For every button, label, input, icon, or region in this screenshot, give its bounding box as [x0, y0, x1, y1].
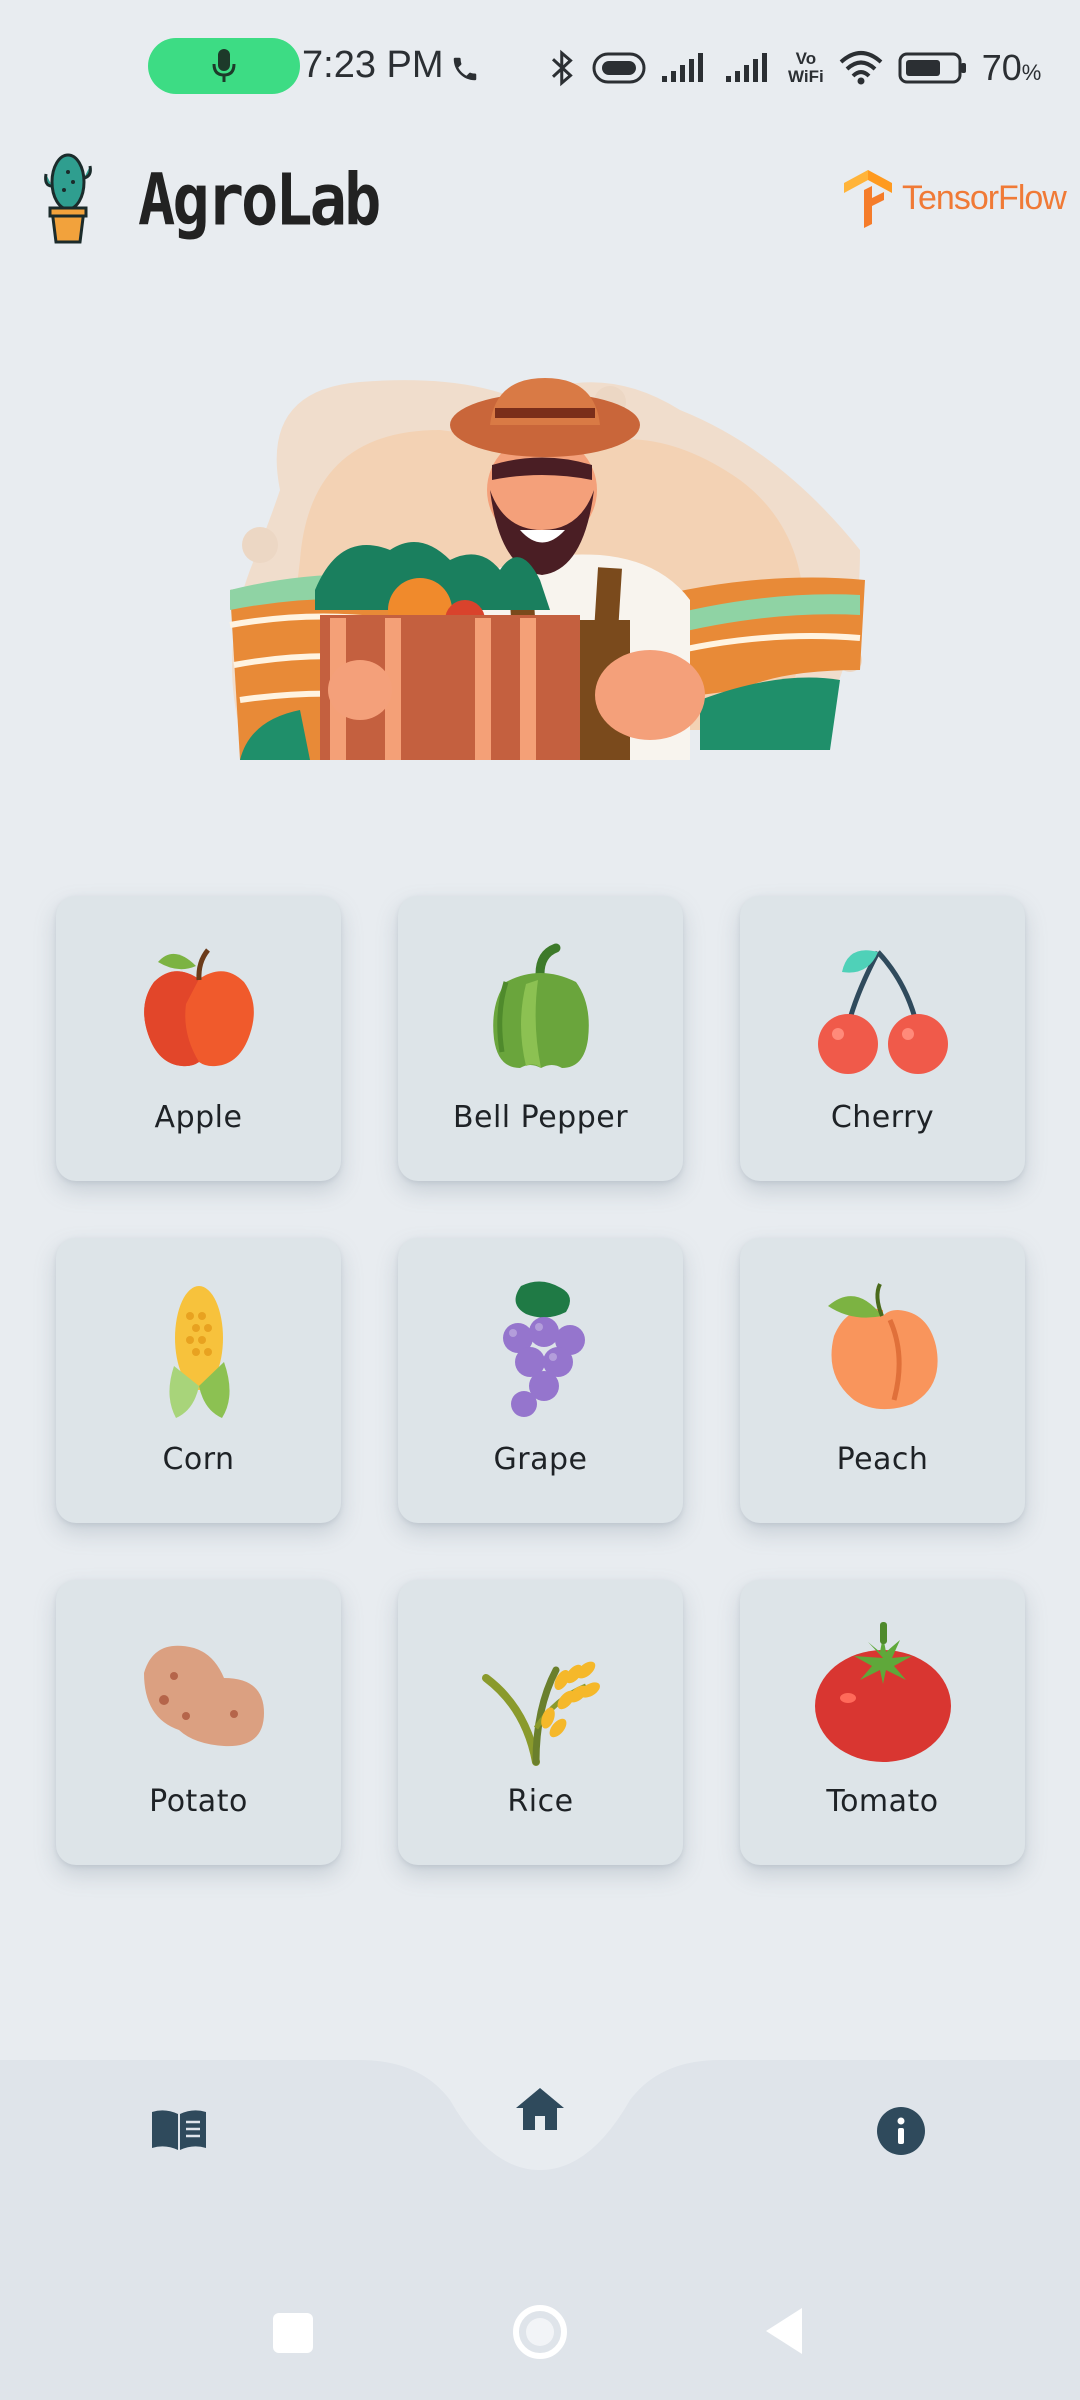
peach-icon	[827, 1283, 938, 1410]
vowifi-top-text: Vo	[795, 49, 817, 68]
farmer-illustration	[229, 378, 865, 760]
crop-card-peach[interactable]: Peach	[740, 1238, 1025, 1523]
rice-icon	[481, 1661, 600, 1766]
crop-card-tomato[interactable]: Tomato	[740, 1580, 1025, 1865]
crop-card-corn[interactable]: Corn	[56, 1238, 341, 1523]
crop-card-cherry[interactable]: Cherry	[740, 896, 1025, 1181]
battery-percent-value: 70	[981, 47, 1022, 88]
crop-card-label: Tomato	[826, 1784, 939, 1819]
wifi-icon	[839, 51, 883, 85]
cactus-logo-icon	[44, 153, 92, 244]
book-icon	[152, 2110, 206, 2150]
hotspot-pill-icon	[592, 52, 646, 84]
crop-card-potato[interactable]: Potato	[56, 1580, 341, 1865]
crop-card-label: Apple	[154, 1100, 243, 1135]
crop-card-bell-pepper[interactable]: Bell Pepper	[398, 896, 683, 1181]
crop-card-label: Bell Pepper	[452, 1100, 629, 1135]
recent-apps-button[interactable]	[272, 2312, 314, 2358]
back-button[interactable]	[764, 2306, 804, 2360]
nav-guide-button[interactable]	[150, 2108, 210, 2156]
corn-icon	[168, 1286, 230, 1418]
crop-card-label: Cherry	[830, 1100, 935, 1135]
app-header: AgroLab TensorFlow	[0, 140, 1080, 250]
nav-info-button[interactable]	[876, 2106, 926, 2156]
status-bar: 7:23 PM Vo WiFi 70%	[0, 0, 1080, 135]
crop-card-grape[interactable]: Grape	[398, 1238, 683, 1523]
home-icon	[516, 2088, 564, 2130]
status-icons: Vo WiFi 70%	[548, 40, 1041, 96]
circle-icon	[513, 2305, 567, 2359]
crop-card-label: Peach	[836, 1442, 929, 1477]
app-title: AgroLab	[138, 158, 381, 242]
info-icon	[877, 2107, 925, 2155]
square-icon	[273, 2313, 313, 2353]
signal-strength-2-icon	[726, 53, 767, 82]
system-home-button[interactable]	[512, 2304, 568, 2364]
signal-strength-icon	[662, 53, 703, 82]
crop-card-label: Potato	[149, 1784, 248, 1819]
tensorflow-icon	[844, 170, 892, 228]
apple-icon	[143, 948, 254, 1067]
bell-pepper-icon	[492, 943, 589, 1068]
bluetooth-icon	[551, 49, 573, 87]
battery-percent: 70%	[982, 47, 1042, 89]
vowifi-bottom-text: WiFi	[788, 67, 824, 86]
tensorflow-logo: TensorFlow	[840, 168, 1067, 228]
potato-icon	[143, 1645, 264, 1747]
tensorflow-text: TensorFlow	[902, 178, 1067, 217]
crop-card-label: Corn	[162, 1442, 235, 1477]
microphone-icon	[212, 49, 236, 82]
mic-indicator[interactable]	[148, 38, 300, 94]
crop-card-apple[interactable]: Apple	[56, 896, 341, 1181]
cherry-icon	[817, 950, 948, 1074]
vowifi-indicator: Vo WiFi	[788, 50, 824, 86]
phone-call-icon	[453, 57, 477, 81]
tomato-icon	[814, 1622, 951, 1762]
nav-home-button[interactable]	[514, 2086, 566, 2134]
crop-card-rice[interactable]: Rice	[398, 1580, 683, 1865]
back-triangle-icon	[766, 2308, 802, 2354]
grape-icon	[502, 1281, 585, 1417]
status-time: 7:23 PM	[302, 44, 444, 86]
crop-card-label: Grape	[493, 1442, 588, 1477]
battery-percent-unit: %	[1021, 60, 1042, 85]
battery-icon	[898, 52, 966, 84]
crop-card-label: Rice	[507, 1784, 574, 1819]
